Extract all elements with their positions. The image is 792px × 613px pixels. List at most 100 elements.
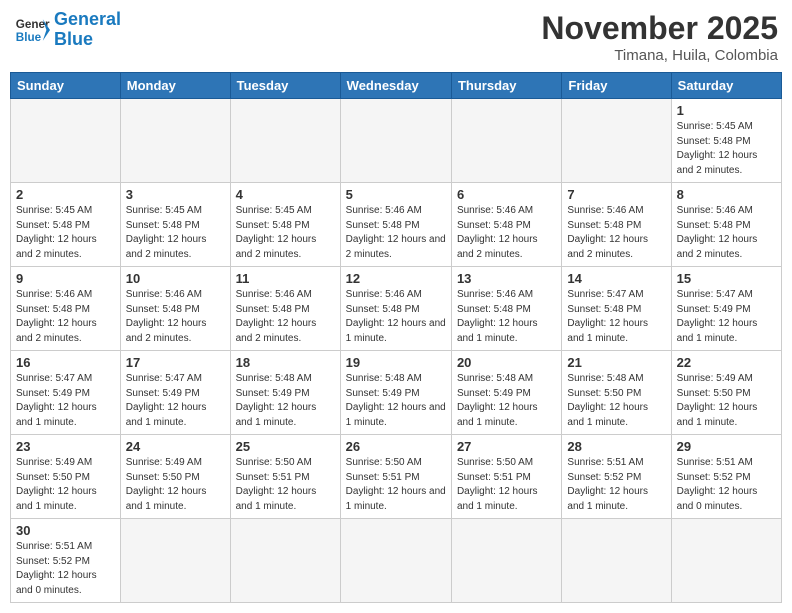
day-info: Sunrise: 5:46 AM Sunset: 5:48 PM Dayligh… [346, 204, 446, 262]
calendar-cell: 5 Sunrise: 5:46 AM Sunset: 5:48 PM Daylig… [340, 183, 451, 267]
calendar-cell [340, 99, 451, 183]
day-number: 17 [126, 355, 225, 370]
day-info: Sunrise: 5:48 AM Sunset: 5:50 PM Dayligh… [567, 372, 665, 430]
day-info: Sunrise: 5:48 AM Sunset: 5:49 PM Dayligh… [346, 372, 446, 430]
calendar-cell: 3 Sunrise: 5:45 AM Sunset: 5:48 PM Daylig… [120, 183, 230, 267]
column-header-friday: Friday [562, 73, 671, 99]
day-info: Sunrise: 5:50 AM Sunset: 5:51 PM Dayligh… [236, 456, 335, 514]
day-info: Sunrise: 5:45 AM Sunset: 5:48 PM Dayligh… [126, 204, 225, 262]
calendar-cell [230, 519, 340, 603]
day-info: Sunrise: 5:51 AM Sunset: 5:52 PM Dayligh… [16, 540, 115, 598]
calendar-cell: 28 Sunrise: 5:51 AM Sunset: 5:52 PM Dayli… [562, 435, 671, 519]
day-info: Sunrise: 5:51 AM Sunset: 5:52 PM Dayligh… [567, 456, 665, 514]
column-header-thursday: Thursday [451, 73, 561, 99]
day-number: 4 [236, 187, 335, 202]
day-number: 26 [346, 439, 446, 454]
day-number: 8 [677, 187, 776, 202]
column-header-wednesday: Wednesday [340, 73, 451, 99]
calendar-cell [230, 99, 340, 183]
calendar-cell: 26Sunrise: 5:50 AM Sunset: 5:51 PM Dayli… [340, 435, 451, 519]
day-info: Sunrise: 5:51 AM Sunset: 5:52 PM Dayligh… [677, 456, 776, 514]
day-number: 16 [16, 355, 115, 370]
calendar-cell: 19Sunrise: 5:48 AM Sunset: 5:49 PM Dayli… [340, 351, 451, 435]
day-info: Sunrise: 5:46 AM Sunset: 5:48 PM Dayligh… [567, 204, 665, 262]
day-number: 24 [126, 439, 225, 454]
day-info: Sunrise: 5:49 AM Sunset: 5:50 PM Dayligh… [16, 456, 115, 514]
calendar-week-2: 2 Sunrise: 5:45 AM Sunset: 5:48 PM Daylig… [11, 183, 782, 267]
day-info: Sunrise: 5:46 AM Sunset: 5:48 PM Dayligh… [346, 288, 446, 346]
day-number: 20 [457, 355, 556, 370]
calendar-cell [120, 99, 230, 183]
calendar-cell [451, 99, 561, 183]
calendar-cell [562, 99, 671, 183]
calendar-header-row: SundayMondayTuesdayWednesdayThursdayFrid… [11, 73, 782, 99]
day-info: Sunrise: 5:47 AM Sunset: 5:49 PM Dayligh… [16, 372, 115, 430]
calendar-cell: 17Sunrise: 5:47 AM Sunset: 5:49 PM Dayli… [120, 351, 230, 435]
day-number: 14 [567, 271, 665, 286]
column-header-tuesday: Tuesday [230, 73, 340, 99]
column-header-monday: Monday [120, 73, 230, 99]
day-info: Sunrise: 5:46 AM Sunset: 5:48 PM Dayligh… [126, 288, 225, 346]
day-number: 3 [126, 187, 225, 202]
day-info: Sunrise: 5:45 AM Sunset: 5:48 PM Dayligh… [16, 204, 115, 262]
calendar-cell: 30 Sunrise: 5:51 AM Sunset: 5:52 PM Dayli… [11, 519, 121, 603]
calendar-cell: 24 Sunrise: 5:49 AM Sunset: 5:50 PM Dayli… [120, 435, 230, 519]
calendar-cell: 10Sunrise: 5:46 AM Sunset: 5:48 PM Dayli… [120, 267, 230, 351]
month-title: November 2025 [541, 10, 778, 47]
calendar-week-4: 16 Sunrise: 5:47 AM Sunset: 5:49 PM Dayli… [11, 351, 782, 435]
day-number: 15 [677, 271, 776, 286]
calendar-cell [451, 519, 561, 603]
calendar-cell: 25 Sunrise: 5:50 AM Sunset: 5:51 PM Dayli… [230, 435, 340, 519]
day-number: 1 [677, 103, 776, 118]
calendar-cell: 23 Sunrise: 5:49 AM Sunset: 5:50 PM Dayli… [11, 435, 121, 519]
day-number: 9 [16, 271, 115, 286]
day-info: Sunrise: 5:48 AM Sunset: 5:49 PM Dayligh… [457, 372, 556, 430]
calendar-table: SundayMondayTuesdayWednesdayThursdayFrid… [10, 72, 782, 603]
calendar-week-6: 30 Sunrise: 5:51 AM Sunset: 5:52 PM Dayli… [11, 519, 782, 603]
calendar-cell: 9 Sunrise: 5:46 AM Sunset: 5:48 PM Daylig… [11, 267, 121, 351]
day-number: 25 [236, 439, 335, 454]
calendar-week-3: 9 Sunrise: 5:46 AM Sunset: 5:48 PM Daylig… [11, 267, 782, 351]
calendar-cell: 12Sunrise: 5:46 AM Sunset: 5:48 PM Dayli… [340, 267, 451, 351]
day-number: 22 [677, 355, 776, 370]
calendar-cell [562, 519, 671, 603]
day-number: 2 [16, 187, 115, 202]
calendar-cell: 2 Sunrise: 5:45 AM Sunset: 5:48 PM Daylig… [11, 183, 121, 267]
calendar-cell: 8 Sunrise: 5:46 AM Sunset: 5:48 PM Daylig… [671, 183, 781, 267]
calendar-cell [671, 519, 781, 603]
day-info: Sunrise: 5:46 AM Sunset: 5:48 PM Dayligh… [16, 288, 115, 346]
day-info: Sunrise: 5:49 AM Sunset: 5:50 PM Dayligh… [677, 372, 776, 430]
calendar-cell: 7 Sunrise: 5:46 AM Sunset: 5:48 PM Daylig… [562, 183, 671, 267]
day-info: Sunrise: 5:46 AM Sunset: 5:48 PM Dayligh… [236, 288, 335, 346]
day-number: 11 [236, 271, 335, 286]
calendar-cell [11, 99, 121, 183]
day-info: Sunrise: 5:45 AM Sunset: 5:48 PM Dayligh… [677, 120, 776, 178]
calendar-cell: 15Sunrise: 5:47 AM Sunset: 5:49 PM Dayli… [671, 267, 781, 351]
day-number: 30 [16, 523, 115, 538]
day-info: Sunrise: 5:49 AM Sunset: 5:50 PM Dayligh… [126, 456, 225, 514]
day-info: Sunrise: 5:47 AM Sunset: 5:48 PM Dayligh… [567, 288, 665, 346]
day-number: 23 [16, 439, 115, 454]
svg-text:Blue: Blue [16, 31, 42, 44]
calendar-cell: 6Sunrise: 5:46 AM Sunset: 5:48 PM Daylig… [451, 183, 561, 267]
calendar-cell: 11 Sunrise: 5:46 AM Sunset: 5:48 PM Dayli… [230, 267, 340, 351]
logo-icon: General Blue [14, 12, 50, 48]
calendar-cell: 1 Sunrise: 5:45 AM Sunset: 5:48 PM Daylig… [671, 99, 781, 183]
day-number: 7 [567, 187, 665, 202]
day-info: Sunrise: 5:48 AM Sunset: 5:49 PM Dayligh… [236, 372, 335, 430]
calendar-cell: 16 Sunrise: 5:47 AM Sunset: 5:49 PM Dayli… [11, 351, 121, 435]
day-number: 5 [346, 187, 446, 202]
day-info: Sunrise: 5:46 AM Sunset: 5:48 PM Dayligh… [677, 204, 776, 262]
calendar-cell [120, 519, 230, 603]
day-info: Sunrise: 5:50 AM Sunset: 5:51 PM Dayligh… [457, 456, 556, 514]
logo-text: GeneralBlue [54, 10, 121, 50]
day-number: 28 [567, 439, 665, 454]
day-info: Sunrise: 5:46 AM Sunset: 5:48 PM Dayligh… [457, 288, 556, 346]
day-number: 18 [236, 355, 335, 370]
page-header: General Blue GeneralBlue November 2025 T… [10, 10, 782, 64]
calendar-cell: 13Sunrise: 5:46 AM Sunset: 5:48 PM Dayli… [451, 267, 561, 351]
day-info: Sunrise: 5:46 AM Sunset: 5:48 PM Dayligh… [457, 204, 556, 262]
calendar-cell: 14 Sunrise: 5:47 AM Sunset: 5:48 PM Dayli… [562, 267, 671, 351]
location-subtitle: Timana, Huila, Colombia [541, 47, 778, 64]
calendar-cell [340, 519, 451, 603]
